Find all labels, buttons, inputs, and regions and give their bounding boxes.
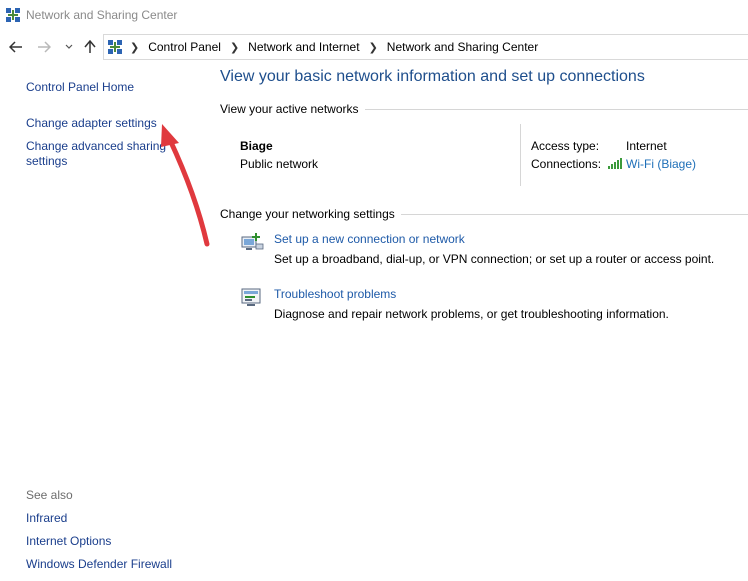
breadcrumb-control-panel[interactable]: Control Panel [148, 40, 221, 54]
troubleshoot-icon [241, 288, 261, 306]
troubleshoot-description: Diagnose and repair network problems, or… [274, 307, 669, 321]
breadcrumb-network-and-sharing-center[interactable]: Network and Sharing Center [387, 40, 538, 54]
setup-connection-link[interactable]: Set up a new connection or network [274, 232, 465, 246]
network-center-icon [6, 8, 20, 22]
wifi-signal-icon [608, 158, 622, 169]
see-also-infrared[interactable]: Infrared [26, 511, 67, 526]
chevron-right-icon: ❯ [229, 41, 240, 54]
sidebar-item-change-adapter-settings[interactable]: Change adapter settings [26, 116, 157, 131]
connections-label: Connections: [531, 157, 602, 171]
see-also-windows-defender-firewall[interactable]: Windows Defender Firewall [26, 557, 172, 572]
address-bar[interactable]: ❯ Control Panel ❯ Network and Internet ❯… [103, 34, 748, 60]
see-also-internet-options[interactable]: Internet Options [26, 534, 111, 549]
wifi-connection-link[interactable]: Wi-Fi (Biage) [626, 157, 696, 171]
breadcrumb-network-and-internet[interactable]: Network and Internet [248, 40, 359, 54]
chevron-right-icon: ❯ [130, 41, 140, 54]
window-title: Network and Sharing Center [26, 8, 178, 22]
access-type-value: Internet [626, 139, 667, 153]
sidebar-item-change-advanced-sharing-settings[interactable]: Change advanced sharing settings [26, 139, 176, 169]
title-bar: Network and Sharing Center [0, 0, 748, 30]
chevron-right-icon: ❯ [368, 41, 378, 54]
up-arrow-icon[interactable] [82, 38, 98, 56]
change-settings-label: Change your networking settings [220, 207, 401, 221]
back-arrow-icon[interactable] [8, 38, 24, 56]
navigation-bar: ❯ Control Panel ❯ Network and Internet ❯… [0, 34, 748, 60]
page-title: View your basic network information and … [220, 68, 645, 85]
setup-connection-description: Set up a broadband, dial-up, or VPN conn… [274, 252, 715, 266]
network-setup-icon [241, 233, 264, 250]
control-panel-icon [108, 40, 122, 54]
network-divider [520, 124, 521, 186]
sidebar-item-control-panel-home[interactable]: Control Panel Home [26, 80, 134, 95]
network-name: Biage [240, 139, 273, 153]
forward-arrow-icon[interactable] [36, 38, 52, 56]
network-type: Public network [240, 157, 319, 171]
see-also-heading: See also [26, 488, 73, 502]
active-networks-label: View your active networks [220, 102, 365, 116]
chevron-down-icon[interactable] [61, 38, 77, 56]
troubleshoot-link[interactable]: Troubleshoot problems [274, 287, 396, 301]
access-type-label: Access type: [531, 139, 600, 153]
